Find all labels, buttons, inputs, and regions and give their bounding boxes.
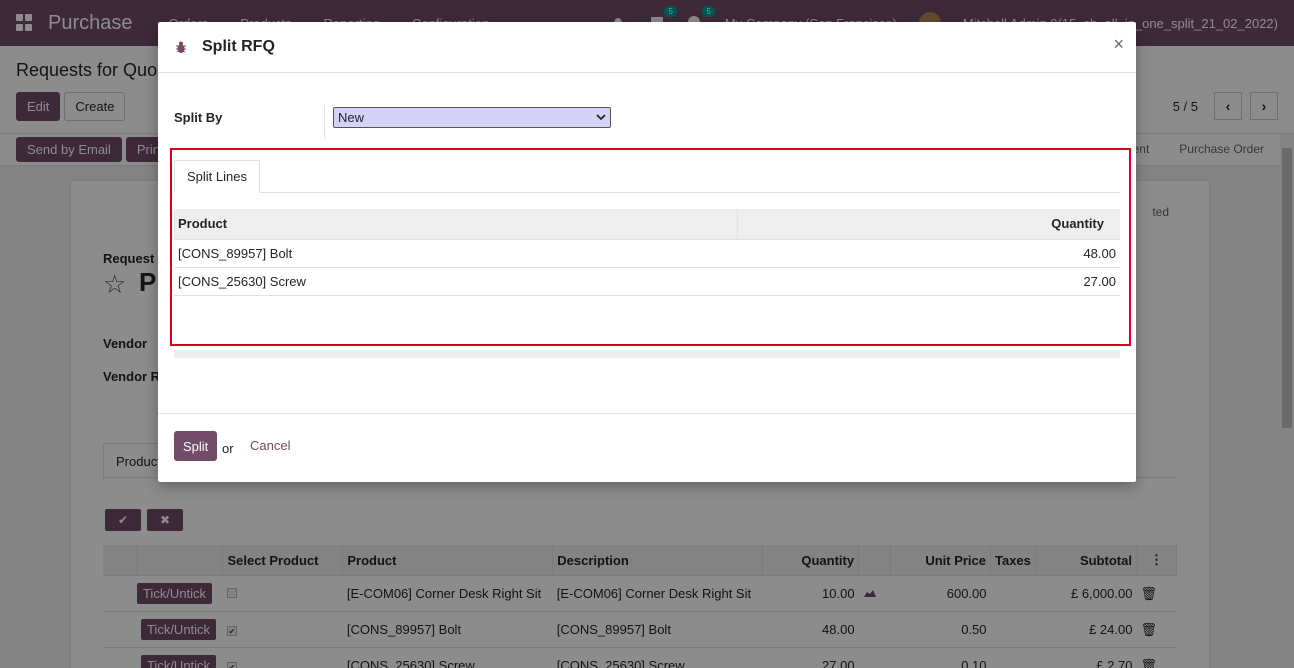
split-by-field: Split By New bbox=[174, 105, 614, 139]
field-divider bbox=[324, 105, 325, 139]
dialog-header: Split RFQ × bbox=[158, 22, 1136, 73]
empty-row bbox=[174, 294, 1120, 323]
split-by-select[interactable]: New bbox=[333, 107, 611, 128]
split-by-label: Split By bbox=[174, 110, 223, 125]
close-icon[interactable]: × bbox=[1113, 34, 1124, 55]
dialog-title: Split RFQ bbox=[202, 38, 275, 55]
col-quantity[interactable]: Quantity bbox=[736, 209, 1120, 239]
chevron-down-icon bbox=[596, 110, 606, 127]
split-rfq-dialog: Split RFQ × Split By New Split Lines Pro… bbox=[158, 22, 1136, 482]
col-product[interactable]: Product bbox=[174, 209, 737, 239]
dialog-tabs: Split Lines bbox=[174, 160, 1120, 193]
table-footer bbox=[174, 350, 1120, 358]
bug-icon bbox=[176, 41, 186, 53]
line-quantity[interactable]: 48.00 bbox=[737, 238, 1120, 267]
split-lines-header: Product Quantity bbox=[174, 209, 1120, 239]
dialog-footer: Split or Cancel bbox=[158, 413, 1136, 482]
line-quantity[interactable]: 27.00 bbox=[737, 266, 1120, 295]
line-product[interactable]: [CONS_89957] Bolt bbox=[174, 238, 737, 267]
split-button[interactable]: Split bbox=[174, 431, 218, 461]
split-lines-table: Product Quantity [CONS_89957] Bolt 48.00… bbox=[174, 209, 1120, 323]
tab-split-lines[interactable]: Split Lines bbox=[174, 160, 260, 193]
table-row[interactable]: [CONS_89957] Bolt 48.00 bbox=[174, 238, 1120, 267]
or-text: or bbox=[222, 441, 234, 456]
table-row[interactable]: [CONS_25630] Screw 27.00 bbox=[174, 266, 1120, 295]
empty-cell bbox=[737, 294, 1120, 323]
cancel-button[interactable]: Cancel bbox=[250, 438, 290, 453]
line-product[interactable]: [CONS_25630] Screw bbox=[174, 266, 737, 295]
empty-cell bbox=[174, 294, 737, 323]
split-by-value: New bbox=[338, 110, 365, 125]
